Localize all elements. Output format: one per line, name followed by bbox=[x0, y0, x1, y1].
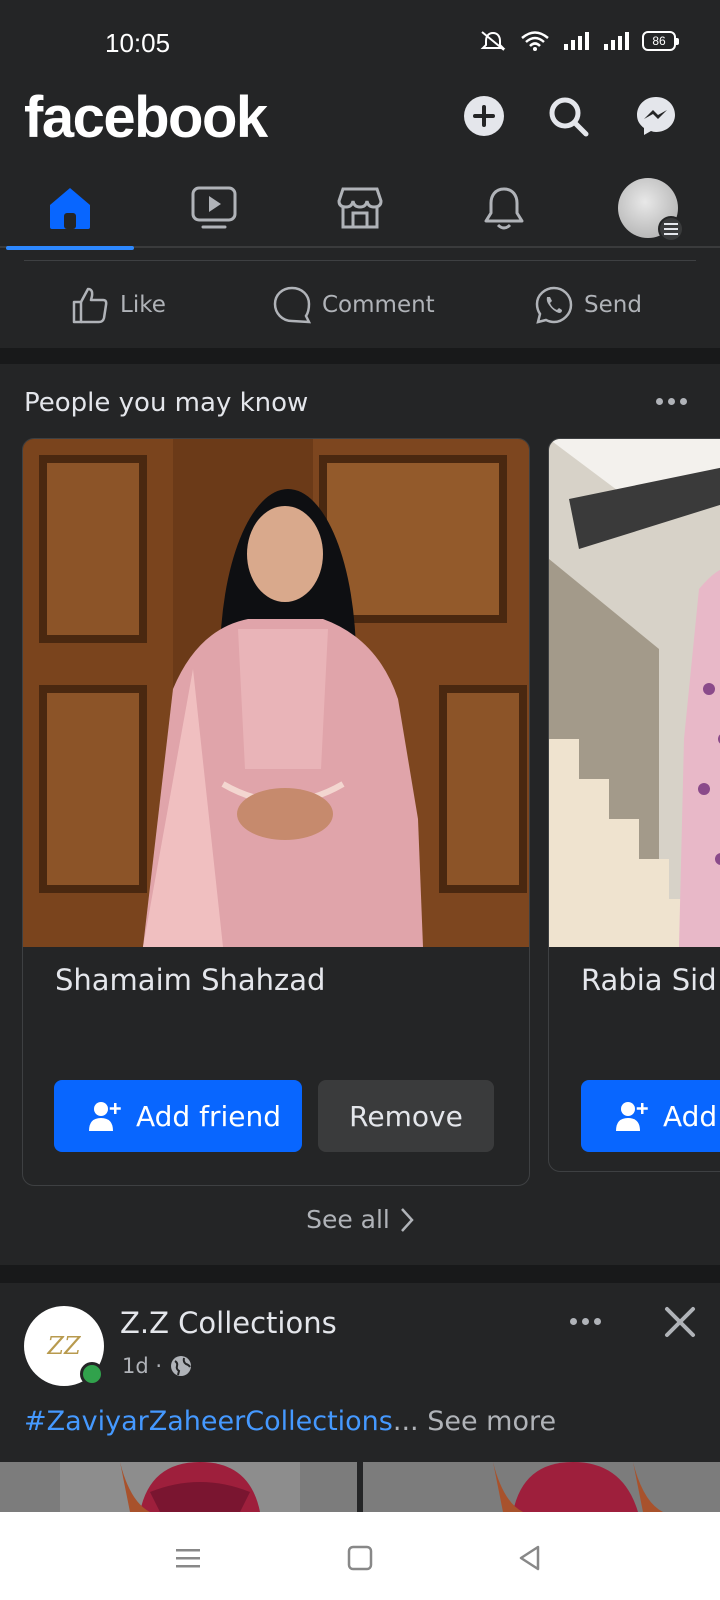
post-time: 1d · bbox=[122, 1354, 163, 1378]
home-icon bbox=[50, 188, 90, 229]
add-icon bbox=[464, 96, 504, 136]
profile-photo[interactable] bbox=[549, 439, 720, 947]
add-friend-label: Add friend bbox=[136, 1099, 282, 1133]
facebook-logo[interactable]: facebook bbox=[24, 88, 268, 148]
add-friend-button[interactable]: Add bbox=[581, 1080, 720, 1152]
create-button[interactable] bbox=[462, 94, 506, 138]
send-label: Send bbox=[584, 292, 642, 318]
post-image[interactable] bbox=[363, 1462, 720, 1512]
person-name[interactable]: Shamaim Shahzad bbox=[55, 963, 325, 997]
send-button[interactable]: Send bbox=[534, 268, 642, 342]
signal-icon bbox=[564, 32, 589, 50]
recent-apps-button[interactable] bbox=[168, 1538, 208, 1578]
messenger-button[interactable] bbox=[634, 94, 678, 138]
post-image[interactable] bbox=[0, 1462, 357, 1512]
search-button[interactable] bbox=[546, 94, 590, 138]
menu-icon bbox=[658, 216, 684, 242]
post-meta: 1d · bbox=[122, 1354, 192, 1378]
like-icon bbox=[72, 287, 108, 324]
see-all-label: See all bbox=[306, 1205, 390, 1234]
post-caption: #ZaviyarZaheerCollections... See more bbox=[24, 1406, 556, 1437]
comment-button[interactable]: Comment bbox=[272, 268, 435, 342]
hide-post-button[interactable] bbox=[660, 1302, 700, 1342]
remove-label: Remove bbox=[349, 1099, 463, 1133]
pymk-more-icon[interactable] bbox=[656, 398, 687, 405]
online-status-icon bbox=[80, 1362, 104, 1386]
menu-icon bbox=[176, 1549, 200, 1568]
status-bar: 10:05 86 bbox=[0, 0, 720, 88]
bell-icon bbox=[484, 187, 524, 230]
close-icon bbox=[665, 1307, 695, 1337]
marketplace-icon bbox=[337, 187, 383, 229]
see-all-link[interactable]: See all bbox=[0, 1205, 720, 1234]
post-actions: Like Comment Send bbox=[0, 268, 720, 342]
home-button[interactable] bbox=[340, 1538, 380, 1578]
pymk-card[interactable]: Rabia Sid Add bbox=[548, 438, 720, 1172]
page-name[interactable]: Z.Z Collections bbox=[120, 1306, 337, 1340]
status-icons: 86 bbox=[478, 30, 679, 52]
tab-menu[interactable] bbox=[578, 168, 718, 248]
battery-icon: 86 bbox=[642, 31, 679, 51]
like-label: Like bbox=[120, 292, 166, 318]
profile-photo[interactable] bbox=[23, 439, 529, 947]
square-icon bbox=[347, 1545, 373, 1571]
like-button[interactable]: Like bbox=[70, 268, 166, 342]
pymk-title: People you may know bbox=[24, 388, 309, 418]
mute-icon bbox=[480, 31, 506, 51]
comment-label: Comment bbox=[322, 292, 435, 318]
add-friend-button[interactable]: Add friend bbox=[54, 1080, 302, 1152]
pymk-card[interactable]: Shamaim Shahzad Add friend Remove bbox=[22, 438, 530, 1186]
chevron-right-icon bbox=[400, 1207, 414, 1232]
whatsapp-icon bbox=[535, 286, 573, 324]
tab-notifications[interactable] bbox=[434, 168, 574, 248]
nav-tabs bbox=[0, 168, 720, 250]
post-more-icon[interactable] bbox=[570, 1318, 601, 1325]
system-nav-bar bbox=[0, 1512, 720, 1600]
person-name[interactable]: Rabia Sid bbox=[581, 963, 717, 997]
tab-home[interactable] bbox=[0, 168, 140, 250]
search-icon bbox=[549, 97, 589, 137]
profile-avatar bbox=[618, 178, 684, 242]
comment-icon bbox=[273, 286, 312, 324]
section-separator bbox=[0, 348, 720, 364]
divider bbox=[24, 260, 696, 261]
app-header: facebook bbox=[0, 88, 720, 160]
section-separator bbox=[0, 1265, 720, 1283]
globe-icon bbox=[171, 1356, 192, 1376]
add-friend-icon bbox=[616, 1102, 648, 1131]
hashtag-link[interactable]: #ZaviyarZaheerCollections bbox=[24, 1406, 393, 1437]
signal-icon-2 bbox=[604, 32, 629, 50]
video-icon bbox=[191, 186, 237, 229]
add-friend-icon bbox=[89, 1102, 121, 1131]
caption-ellipsis: ... bbox=[392, 1406, 419, 1437]
see-more-link[interactable]: See more bbox=[427, 1406, 556, 1437]
status-time: 10:05 bbox=[105, 28, 171, 58]
wifi-icon bbox=[521, 31, 549, 51]
remove-button[interactable]: Remove bbox=[318, 1080, 494, 1152]
back-icon bbox=[519, 1545, 540, 1571]
add-friend-label: Add bbox=[663, 1099, 718, 1133]
back-button[interactable] bbox=[510, 1538, 550, 1578]
tab-marketplace[interactable] bbox=[290, 168, 430, 248]
tab-video[interactable] bbox=[144, 168, 284, 248]
messenger-icon bbox=[637, 97, 675, 135]
